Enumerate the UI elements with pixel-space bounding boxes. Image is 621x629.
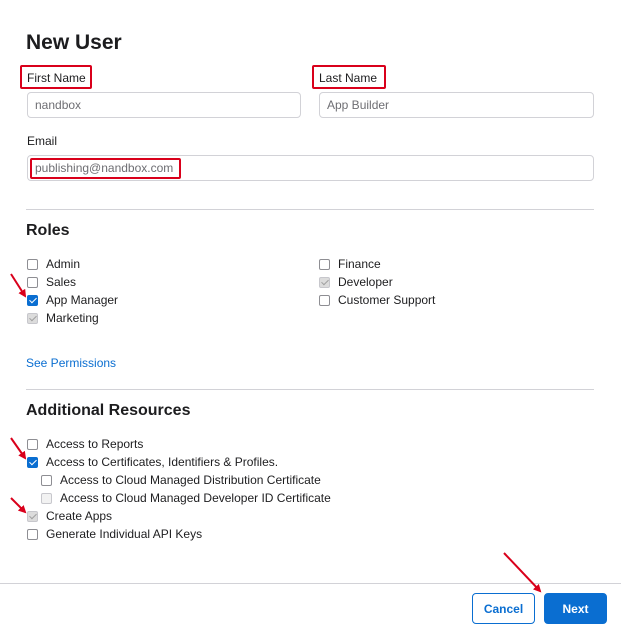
footer-divider [0,583,621,584]
resource-certificates[interactable]: Access to Certificates, Identifiers & Pr… [27,455,278,469]
role-developer: Developer [319,275,393,289]
resource-developer-id-cert: Access to Cloud Managed Developer ID Cer… [41,491,331,505]
resource-certificates-checkbox[interactable] [27,456,38,468]
role-sales-checkbox[interactable] [27,276,38,288]
email-value-highlight [30,158,181,179]
resource-distribution-cert-checkbox[interactable] [41,474,52,486]
first-name-label: First Name [27,71,86,85]
arrow-to-certificates-icon [10,437,27,460]
role-app-manager[interactable]: App Manager [27,293,118,307]
next-button[interactable]: Next [544,593,607,624]
role-sales[interactable]: Sales [27,275,76,289]
first-name-input[interactable] [27,92,301,118]
arrow-to-next-button-icon [503,552,542,593]
resource-create-apps-checkbox [27,510,38,522]
role-finance[interactable]: Finance [319,257,381,271]
resource-distribution-cert[interactable]: Access to Cloud Managed Distribution Cer… [41,473,321,487]
arrow-to-create-apps-icon [10,497,27,514]
role-app-manager-label: App Manager [46,293,119,307]
role-app-manager-checkbox[interactable] [27,294,38,306]
resource-reports-label: Access to Reports [46,437,144,451]
additional-resources-title: Additional Resources [26,402,191,419]
resource-distribution-cert-label: Access to Cloud Managed Distribution Cer… [60,473,321,487]
role-admin-label: Admin [46,257,81,271]
role-marketing-label: Marketing [46,311,99,325]
role-admin[interactable]: Admin [27,257,80,271]
role-admin-checkbox[interactable] [27,258,38,270]
email-label: Email [27,134,58,148]
role-developer-label: Developer [338,275,393,289]
role-finance-label: Finance [338,257,381,271]
role-developer-checkbox [319,276,330,288]
roles-title: Roles [26,222,70,239]
resource-create-apps: Create Apps [27,509,112,523]
divider-1 [26,209,594,210]
role-finance-checkbox[interactable] [319,258,330,270]
resource-developer-id-cert-checkbox [41,492,52,504]
resource-api-keys[interactable]: Generate Individual API Keys [27,527,202,541]
role-sales-label: Sales [46,275,77,289]
resource-api-keys-label: Generate Individual API Keys [46,527,203,541]
resource-api-keys-checkbox[interactable] [27,528,38,540]
role-customer-support-checkbox[interactable] [319,294,330,306]
role-customer-support-label: Customer Support [338,293,436,307]
role-marketing-checkbox [27,312,38,324]
resource-create-apps-label: Create Apps [46,509,113,523]
arrow-to-app-manager-icon [10,273,27,298]
last-name-input[interactable] [319,92,594,118]
role-marketing: Marketing [27,311,99,325]
resource-developer-id-cert-label: Access to Cloud Managed Developer ID Cer… [60,491,331,505]
resource-certificates-label: Access to Certificates, Identifiers & Pr… [46,455,279,469]
resource-reports-checkbox[interactable] [27,438,38,450]
last-name-label: Last Name [319,71,378,85]
role-customer-support[interactable]: Customer Support [319,293,435,307]
cancel-button[interactable]: Cancel [472,593,535,624]
see-permissions-link[interactable]: See Permissions [26,356,116,370]
resource-reports[interactable]: Access to Reports [27,437,143,451]
divider-2 [26,389,594,390]
page-title: New User [26,31,122,54]
